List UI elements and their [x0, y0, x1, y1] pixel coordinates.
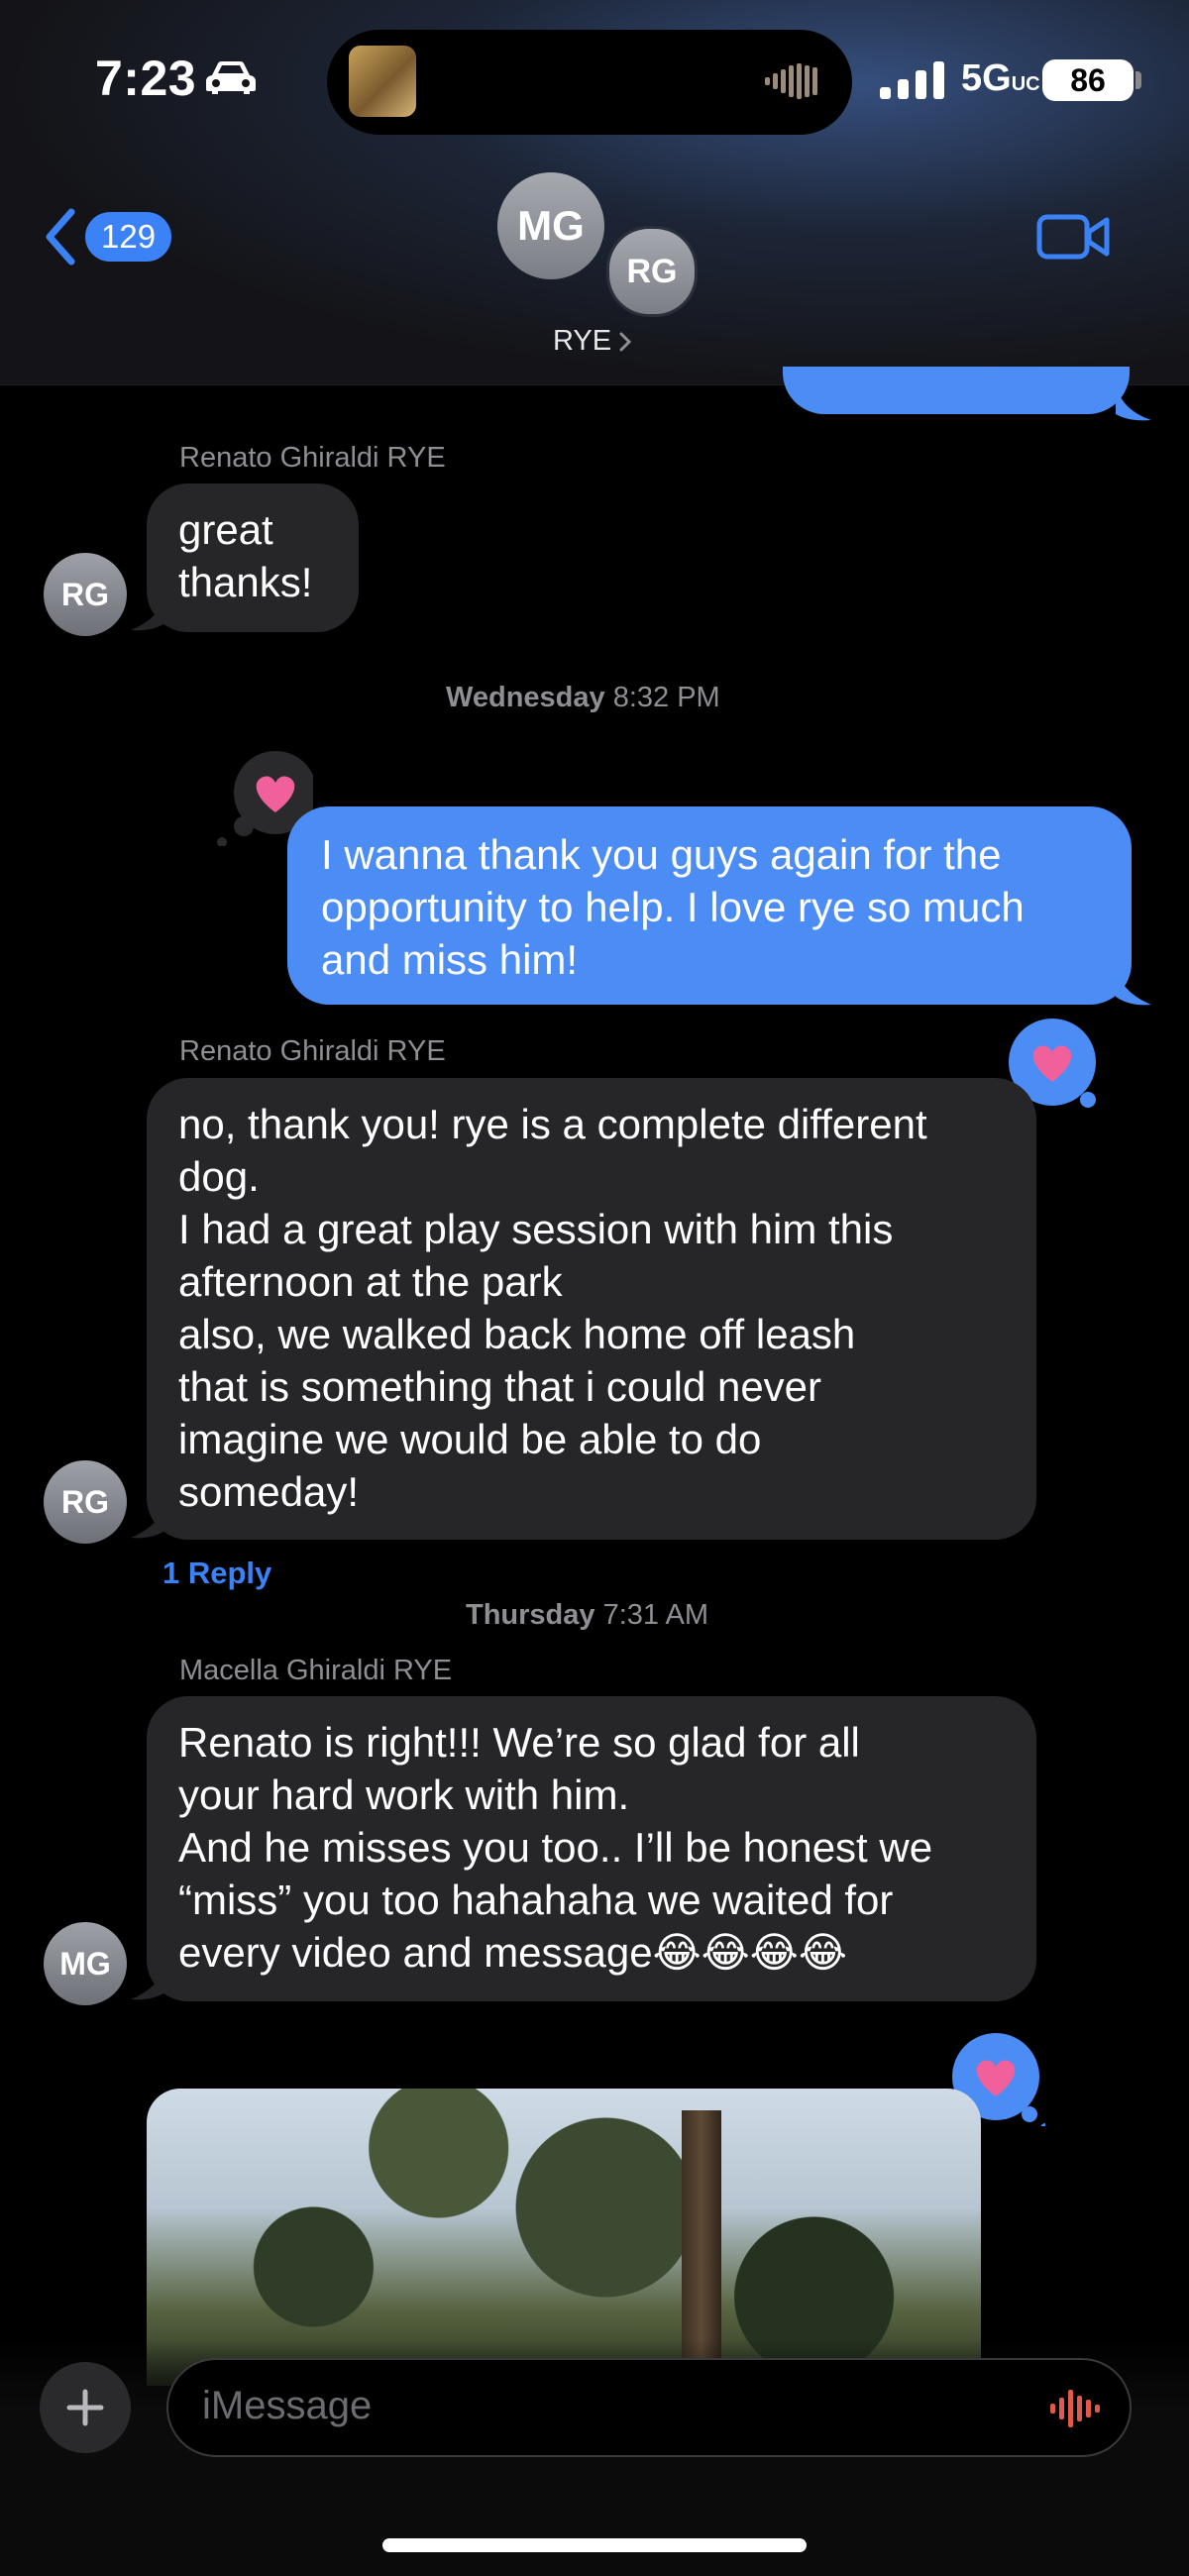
car-icon [206, 61, 256, 94]
bubble-tail [1116, 384, 1151, 421]
timestamp: Wednesday 8:32 PM [446, 682, 720, 713]
battery-tip [1135, 71, 1141, 89]
unread-count-badge[interactable]: 129 [85, 212, 172, 262]
video-camera-icon[interactable] [1036, 212, 1110, 262]
avatar[interactable]: MG [44, 1922, 127, 2005]
reply-count-link[interactable]: 1 Reply [162, 1556, 271, 1591]
bubble-tail [131, 592, 166, 631]
network-type: 5GUC [961, 57, 1040, 99]
cellular-signal-icon [880, 61, 944, 99]
home-indicator[interactable] [382, 2538, 807, 2552]
bubble-tail [131, 1962, 166, 2000]
avatar[interactable]: RG [44, 1460, 127, 1544]
bubble-tail [131, 1500, 166, 1539]
battery-indicator: 86 [1042, 59, 1134, 101]
group-avatar-mg[interactable]: MG [497, 172, 604, 279]
sender-name: Renato Ghiraldi RYE [179, 442, 446, 474]
back-chevron-icon[interactable] [40, 206, 79, 268]
message-bubble-incoming[interactable]: great thanks! [147, 483, 359, 632]
bubble-tail [1116, 967, 1151, 1006]
status-time: 7:23 [95, 51, 197, 106]
audio-waveform-icon [765, 63, 817, 99]
plus-button[interactable] [40, 2362, 131, 2453]
message-bubble-outgoing[interactable]: I wanna thank you guys again for the opp… [287, 806, 1132, 1005]
waveform-icon[interactable] [1048, 2386, 1102, 2431]
message-bubble-incoming[interactable]: no, thank you! rye is a complete differe… [147, 1078, 1036, 1540]
sender-name: Renato Ghiraldi RYE [179, 1035, 446, 1067]
sender-name: Macella Ghiraldi RYE [179, 1655, 453, 1686]
avatar[interactable]: RG [44, 553, 127, 636]
message-input-placeholder: iMessage [202, 2384, 373, 2427]
outgoing-bubble-partial[interactable] [783, 367, 1130, 414]
now-playing-artwork[interactable] [349, 46, 416, 117]
chevron-right-icon [619, 332, 632, 352]
group-name[interactable]: RYE [553, 325, 611, 358]
plus-icon [66, 2389, 104, 2426]
timestamp: Thursday 7:31 AM [466, 1599, 708, 1631]
group-avatar-rg[interactable]: RG [606, 226, 698, 317]
message-bubble-incoming[interactable]: Renato is right!!! We’re so glad for all… [147, 1696, 1036, 2001]
